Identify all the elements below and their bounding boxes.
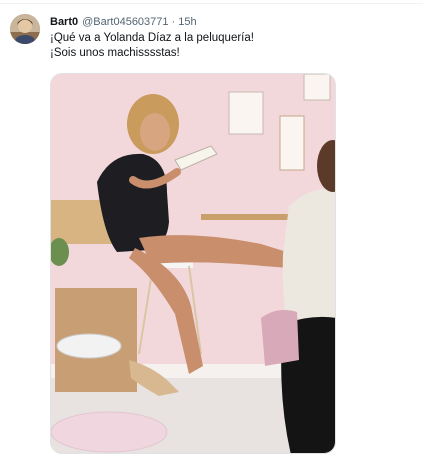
tweet-card[interactable]: Bart0 @Bart045603771 · 15h ¡Qué va a Yol… (0, 4, 423, 460)
tweet-page: Bart0 @Bart045603771 · 15h ¡Qué va a Yol… (0, 0, 423, 460)
avatar-image (10, 14, 40, 44)
photo-image (51, 74, 335, 453)
separator-dot: · (171, 16, 176, 28)
user-handle[interactable]: @Bart045603771 (82, 16, 168, 28)
tweet-header: Bart0 @Bart045603771 · 15h (50, 14, 197, 30)
tweet-text: ¡Qué va a Yolanda Díaz a la peluquería! … (50, 31, 410, 61)
user-avatar[interactable] (10, 14, 40, 44)
timestamp[interactable]: 15h (178, 16, 196, 28)
tweet-text-line: ¡Qué va a Yolanda Díaz a la peluquería! (50, 32, 254, 44)
display-name[interactable]: Bart0 (50, 16, 78, 28)
tweet-text-line: ¡Sois unos machisssstas! (50, 47, 180, 59)
tweet-photo[interactable] (50, 73, 336, 454)
